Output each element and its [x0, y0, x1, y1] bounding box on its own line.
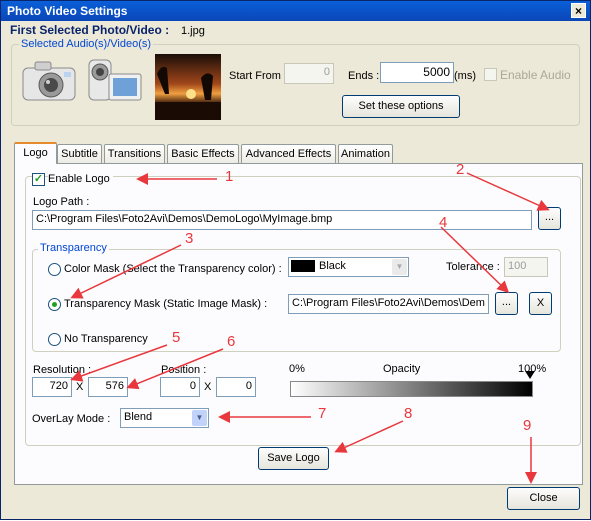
- photo-camera-icon: [22, 61, 76, 101]
- tolerance-value: 100: [508, 260, 527, 272]
- position-times-label: X: [204, 381, 212, 393]
- start-from-label: Start From :: [229, 70, 288, 82]
- resolution-times-label: X: [76, 381, 84, 393]
- mask-browse-button[interactable]: ...: [495, 292, 518, 315]
- first-selected-label: First Selected Photo/Video :: [10, 23, 170, 37]
- position-y-input[interactable]: 0: [216, 377, 256, 397]
- close-button[interactable]: Close: [507, 487, 580, 510]
- window-title: Photo Video Settings: [7, 4, 128, 18]
- position-x-input[interactable]: 0: [160, 377, 200, 397]
- video-camera-icon: [88, 59, 142, 101]
- tab-logo[interactable]: Logo: [14, 142, 57, 164]
- transparency-group-label: Transparency: [38, 242, 109, 254]
- title-bar: Photo Video Settings ×: [1, 1, 590, 21]
- color-swatch: [291, 260, 315, 273]
- overlay-mode-select[interactable]: Blend ▼: [120, 408, 209, 428]
- color-select[interactable]: Black ▼: [288, 257, 409, 277]
- annotation-label-5: 5: [172, 329, 181, 346]
- color-mask-radio[interactable]: [48, 263, 61, 276]
- annotation-label-8: 8: [404, 405, 413, 422]
- tolerance-spinner[interactable]: 100: [504, 257, 548, 277]
- opacity-slider[interactable]: [290, 371, 535, 397]
- transparency-mask-radio[interactable]: [48, 298, 61, 311]
- logo-path-browse-button[interactable]: ...: [538, 207, 561, 230]
- save-logo-button[interactable]: Save Logo: [258, 447, 329, 470]
- ends-label: Ends :: [348, 70, 380, 82]
- no-transparency-label: No Transparency: [64, 333, 148, 345]
- enable-audio-label: Enable Audio: [500, 68, 571, 82]
- tab-animation[interactable]: Animation: [338, 144, 393, 163]
- tolerance-label: Tolerance :: [446, 261, 500, 273]
- logo-path-label: Logo Path :: [33, 196, 90, 208]
- enable-logo-label: Enable Logo: [48, 173, 113, 185]
- overlay-mode-value: Blend: [124, 411, 153, 423]
- color-select-value: Black: [319, 260, 346, 272]
- annotation-label-2: 2: [456, 161, 465, 178]
- chevron-down-icon: ▼: [192, 410, 207, 426]
- opacity-slider-thumb[interactable]: [525, 371, 535, 379]
- annotation-label-7: 7: [318, 405, 327, 422]
- mask-path-input[interactable]: C:\Program Files\Foto2Avi\Demos\Dem: [288, 294, 489, 314]
- resolution-height-input[interactable]: 576: [88, 377, 128, 397]
- position-label: Position :: [161, 364, 207, 376]
- no-transparency-radio[interactable]: [48, 333, 61, 346]
- chevron-down-icon: ▼: [392, 259, 407, 275]
- annotation-label-1: 1: [225, 168, 234, 185]
- mask-clear-button[interactable]: X: [529, 292, 552, 315]
- settings-window: Photo Video Settings × First Selected Ph…: [0, 0, 591, 520]
- enable-audio-checkbox[interactable]: [484, 68, 497, 81]
- resolution-width-input[interactable]: 720: [32, 377, 72, 397]
- set-options-button[interactable]: Set these options: [342, 95, 460, 118]
- ms-unit-label: (ms): [454, 70, 476, 82]
- tab-basic-effects[interactable]: Basic Effects: [167, 144, 239, 163]
- annotation-label-6: 6: [227, 333, 236, 350]
- annotation-label-4: 4: [439, 214, 448, 231]
- logo-path-input[interactable]: C:\Program Files\Foto2Avi\Demos\DemoLogo…: [32, 210, 532, 230]
- overlay-mode-label: OverLay Mode :: [32, 413, 111, 425]
- annotation-label-9: 9: [523, 417, 532, 434]
- first-selected-value: 1.jpg: [181, 25, 205, 37]
- transparency-mask-label: Transparency Mask (Static Image Mask) :: [64, 298, 268, 310]
- opacity-label: Opacity: [383, 363, 421, 375]
- photo-thumbnail: [155, 54, 221, 120]
- selected-audio-label: Selected Audio(s)/Video(s): [19, 38, 154, 50]
- window-close-button[interactable]: ×: [571, 3, 586, 18]
- ends-input[interactable]: 5000: [380, 62, 454, 83]
- enable-logo-checkbox[interactable]: ✓: [32, 173, 45, 186]
- opacity-min-label: 0%: [289, 363, 305, 375]
- color-mask-label: Color Mask (Select the Transparency colo…: [64, 263, 282, 275]
- tab-transitions[interactable]: Transitions: [104, 144, 165, 163]
- annotation-label-3: 3: [185, 230, 194, 247]
- resolution-label: Resolution :: [33, 364, 92, 376]
- tab-advanced-effects[interactable]: Advanced Effects: [241, 144, 336, 163]
- start-from-input[interactable]: 0: [284, 63, 334, 84]
- tab-subtitle[interactable]: Subtitle: [57, 144, 102, 163]
